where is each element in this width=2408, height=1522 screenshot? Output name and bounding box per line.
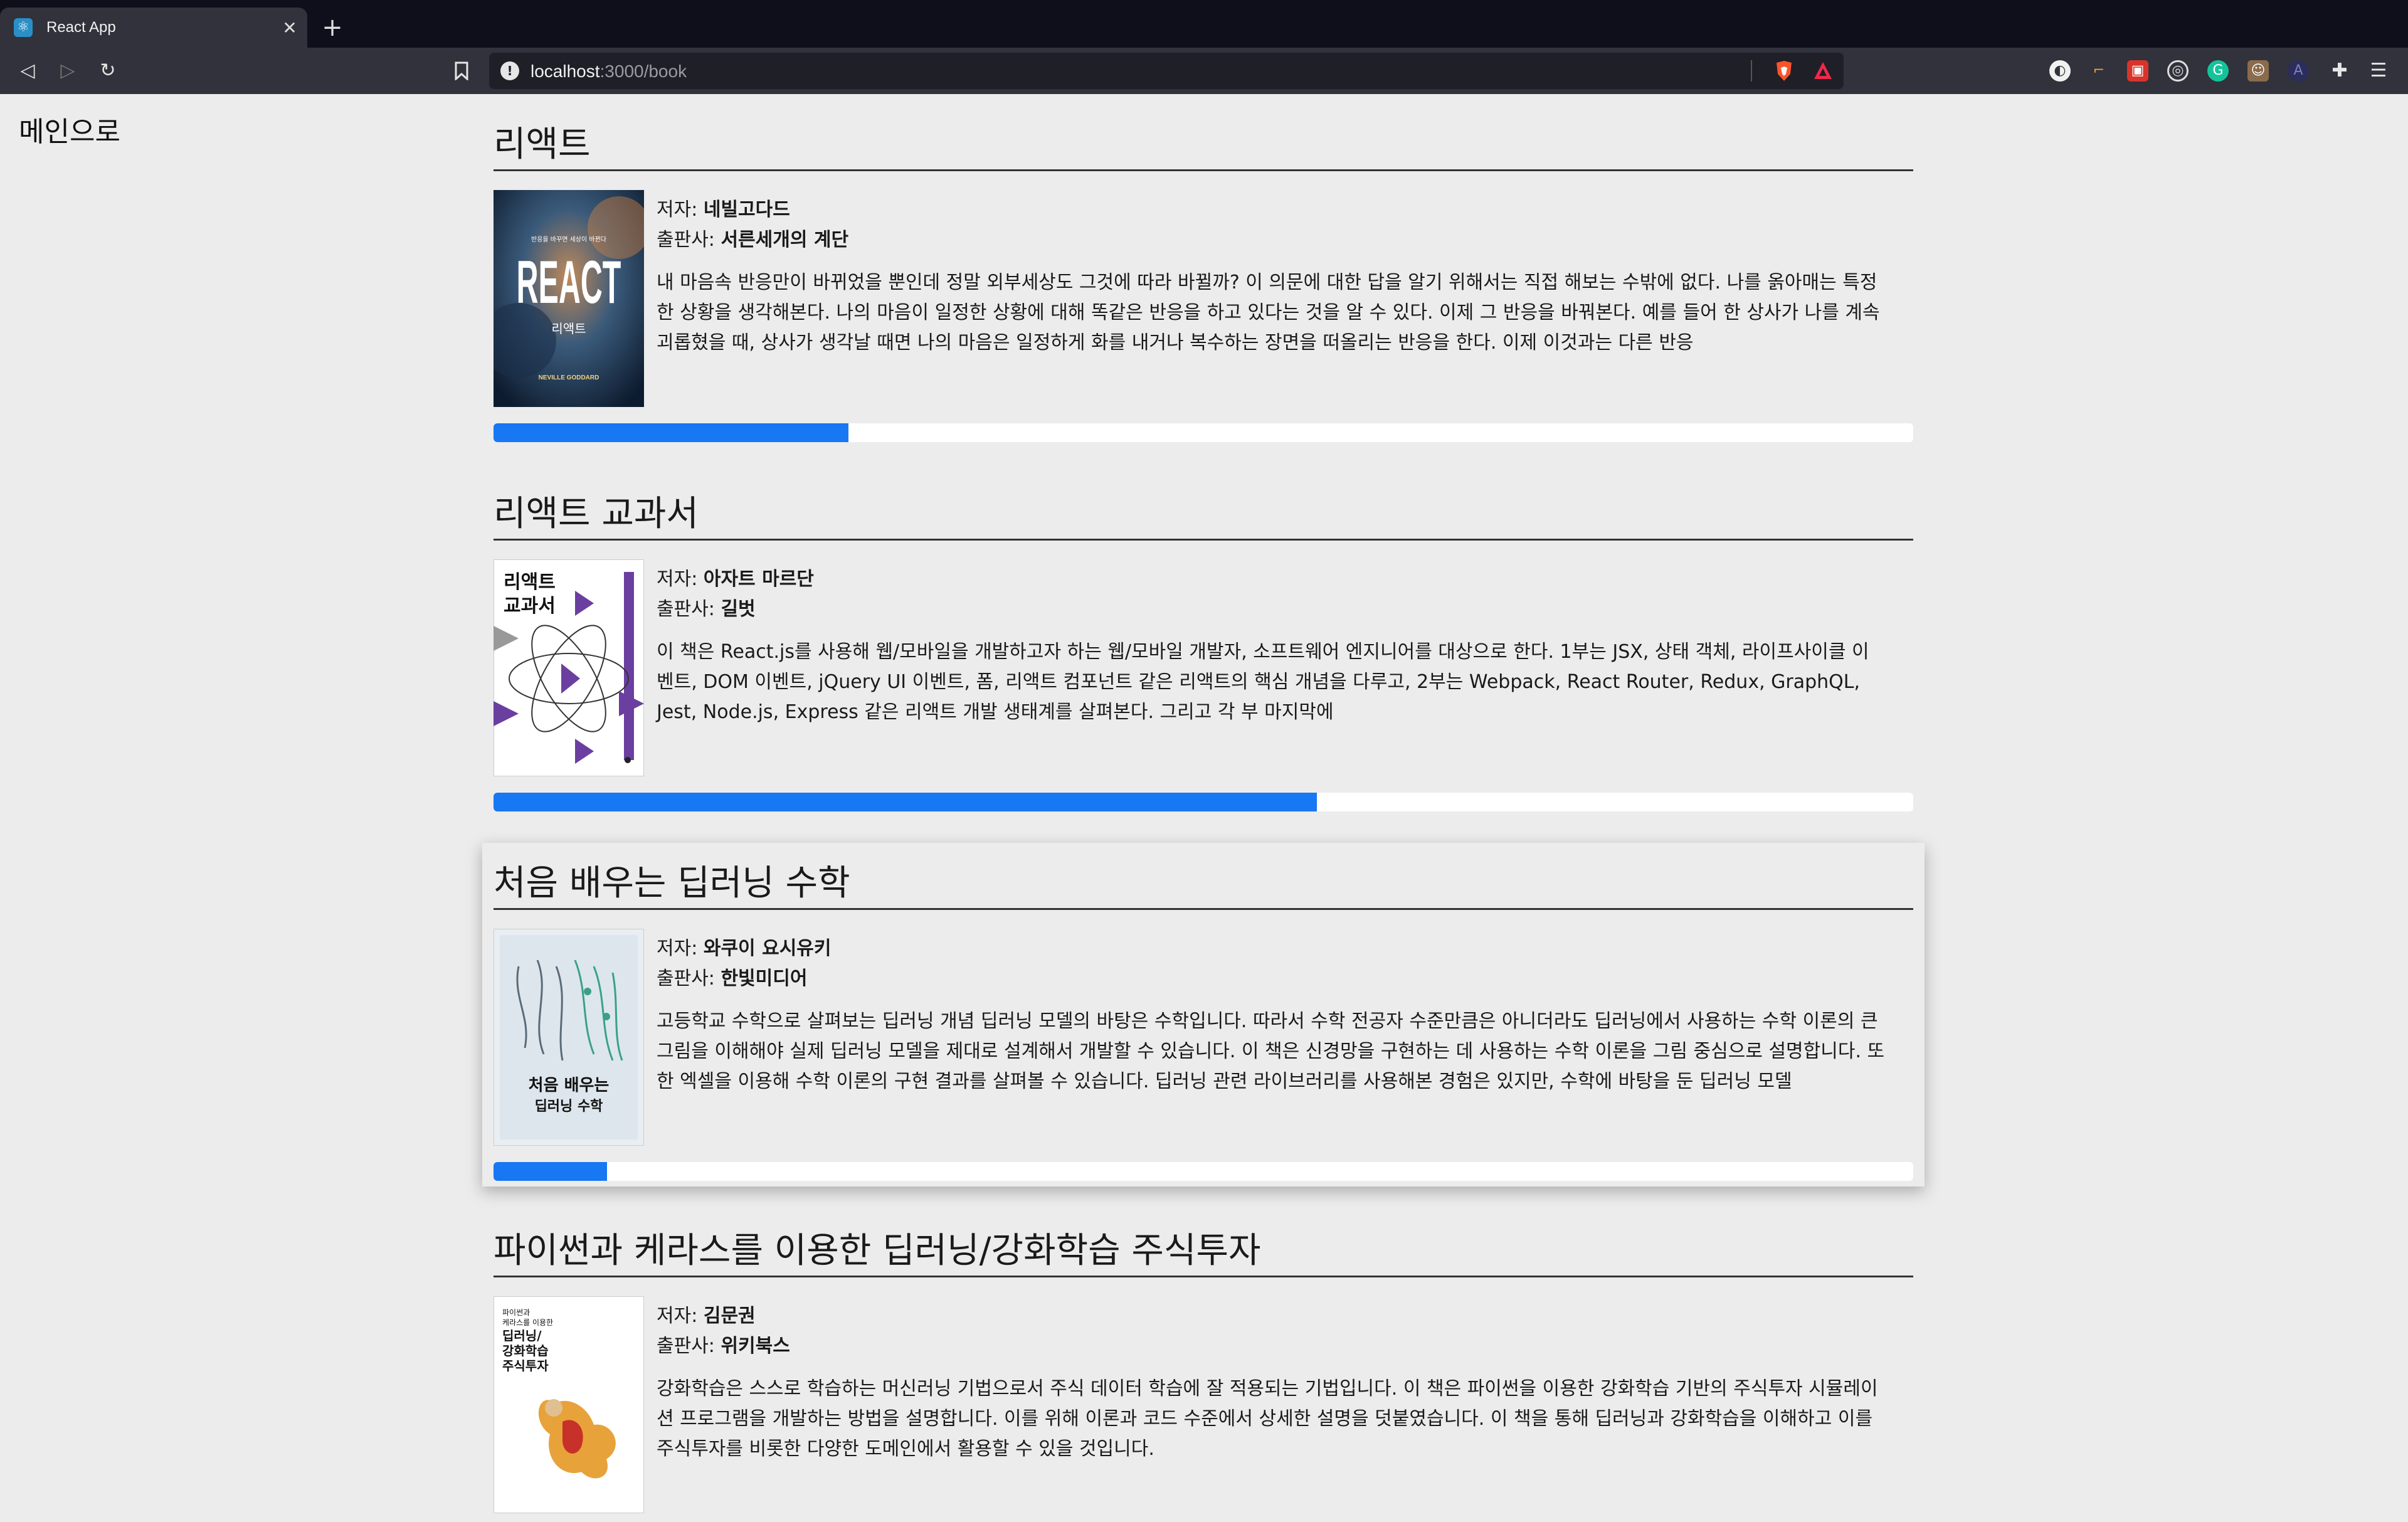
close-tab-icon[interactable]: ✕ [277, 18, 302, 38]
author-name: 김문권 [703, 1305, 756, 1327]
svg-text:REACT: REACT [517, 249, 621, 317]
book-title: 처음 배우는 딥러닝 수학 [494, 862, 1913, 910]
author-name: 네빌고다드 [703, 199, 790, 221]
book-card-hovered[interactable]: 처음 배우는 딥러닝 수학 처음 배우는 딥러닝 수학 저자: 와쿠이 요시유키… [482, 843, 1925, 1186]
url-divider [1751, 60, 1752, 82]
author-label: 저자: [657, 938, 704, 959]
extension-red-icon[interactable]: ▣ [2127, 60, 2148, 82]
author-label: 저자: [657, 1305, 704, 1327]
book-cover-image: 반응을 바꾸면 세상이 바뀐다 REACT 리액트 NEVILLE GODDAR… [494, 190, 644, 407]
extensions-puzzle-icon[interactable]: ✚ [2329, 60, 2350, 82]
bookmark-icon[interactable] [446, 56, 477, 86]
book-title: 파이썬과 케라스를 이용한 딥러닝/강화학습 주식투자 [494, 1229, 1913, 1277]
reading-progress-bar [494, 1162, 1913, 1181]
reading-progress-fill [494, 423, 848, 442]
book-description: 고등학교 수학으로 살펴보는 딥러닝 개념 딥러닝 모델의 바탕은 수학입니다.… [657, 1010, 1885, 1092]
extension-target-icon[interactable]: ◎ [2167, 60, 2189, 82]
reading-progress-bar [494, 793, 1913, 811]
brave-shields-icon[interactable] [1773, 60, 1795, 82]
browser-tab[interactable]: ⚛ React App ✕ [0, 8, 307, 48]
author-label: 저자: [657, 568, 704, 590]
address-bar[interactable]: ! localhost:3000/book [489, 53, 1844, 89]
svg-text:처음 배우는: 처음 배우는 [529, 1076, 610, 1095]
publisher-label: 출판사: [657, 229, 721, 251]
svg-text:파이썬과: 파이썬과 [502, 1308, 530, 1317]
book-card[interactable]: 리액트 반응을 바꾸면 세상이 바뀐다 REACT 리액트 NEVILLE GO… [494, 123, 1913, 442]
back-to-main-link[interactable]: 메인으로 [19, 109, 120, 149]
forward-icon[interactable]: ▷ [53, 56, 83, 86]
author-name: 아자트 마르단 [703, 568, 814, 590]
publisher-label: 출판사: [657, 968, 721, 990]
book-description: 내 마음속 반응만이 바뀌었을 뿐인데 정말 외부세상도 그것에 따라 바뀔까?… [657, 272, 1880, 354]
reading-progress-fill [494, 1162, 608, 1181]
svg-text:NEVILLE GODDARD: NEVILLE GODDARD [539, 374, 599, 381]
extension-pickaxe-icon[interactable]: ⌐ [2088, 60, 2110, 82]
author-name: 와쿠이 요시유키 [703, 938, 832, 959]
publisher-name: 길벗 [721, 598, 756, 620]
grammarly-icon[interactable]: G [2207, 60, 2229, 82]
publisher-label: 출판사: [657, 598, 721, 620]
reload-icon[interactable]: ↻ [93, 56, 123, 86]
book-card[interactable]: 파이썬과 케라스를 이용한 딥러닝/강화학습 주식투자 파이썬과 케라스를 이용… [494, 1229, 1913, 1522]
url-text[interactable]: localhost:3000/book [531, 61, 687, 82]
reading-progress-bar [494, 423, 1913, 442]
svg-text:반응을 바꾸면 세상이 바뀐다: 반응을 바꾸면 세상이 바뀐다 [531, 236, 606, 243]
tab-strip: ⚛ React App ✕ + [0, 0, 2408, 48]
book-title: 리액트 [494, 123, 1913, 171]
browser-toolbar: ◁ ▷ ↻ ! localhost:3000/book ◐ ⌐ ▣ ◎ G ☺ … [0, 48, 2408, 94]
back-icon[interactable]: ◁ [13, 56, 43, 86]
svg-text:딥러닝 수학: 딥러닝 수학 [535, 1099, 603, 1114]
reading-progress-fill [494, 793, 1318, 811]
book-title: 리액트 교과서 [494, 492, 1913, 541]
publisher-label: 출판사: [657, 1335, 721, 1357]
svg-text:리액트: 리액트 [504, 571, 556, 593]
extension-dark-icon[interactable]: A [2288, 60, 2309, 82]
book-cover-image: 리액트 교과서 [494, 559, 644, 776]
svg-text:주식투자: 주식투자 [502, 1358, 549, 1373]
svg-text:교과서: 교과서 [504, 595, 556, 617]
react-favicon-icon: ⚛ [14, 18, 33, 37]
svg-text:케라스를 이용한: 케라스를 이용한 [502, 1318, 553, 1327]
publisher-name: 위키북스 [721, 1335, 790, 1357]
author-label: 저자: [657, 199, 704, 221]
book-cover-image: 파이썬과 케라스를 이용한 딥러닝/ 강화학습 주식투자 [494, 1296, 644, 1513]
book-description: 이 책은 React.js를 사용해 웹/모바일을 개발하고자 하는 웹/모바일… [657, 641, 1869, 723]
svg-text:강화학습: 강화학습 [502, 1343, 549, 1358]
extension-avatar-icon[interactable]: ☺ [2247, 60, 2269, 82]
publisher-name: 서른세개의 계단 [721, 229, 849, 251]
menu-icon[interactable]: ☰ [2368, 60, 2389, 82]
tab-title: React App [46, 19, 116, 36]
svg-text:딥러닝/: 딥러닝/ [502, 1328, 542, 1343]
extension-mask-icon[interactable]: ◐ [2049, 60, 2071, 82]
book-cover-image: 처음 배우는 딥러닝 수학 [494, 929, 644, 1146]
brave-rewards-icon[interactable] [1812, 60, 1834, 82]
site-info-icon[interactable]: ! [500, 61, 519, 80]
new-tab-button[interactable]: + [317, 13, 347, 43]
book-card[interactable]: 리액트 교과서 리액트 교과서 저자: 아자트 마르단 출판사: 길벗 이 책은… [494, 492, 1913, 811]
svg-text:리액트: 리액트 [551, 321, 586, 336]
book-description: 강화학습은 스스로 학습하는 머신러닝 기법으로서 주식 데이터 학습에 잘 적… [657, 1378, 1878, 1460]
publisher-name: 한빛미디어 [721, 968, 808, 990]
